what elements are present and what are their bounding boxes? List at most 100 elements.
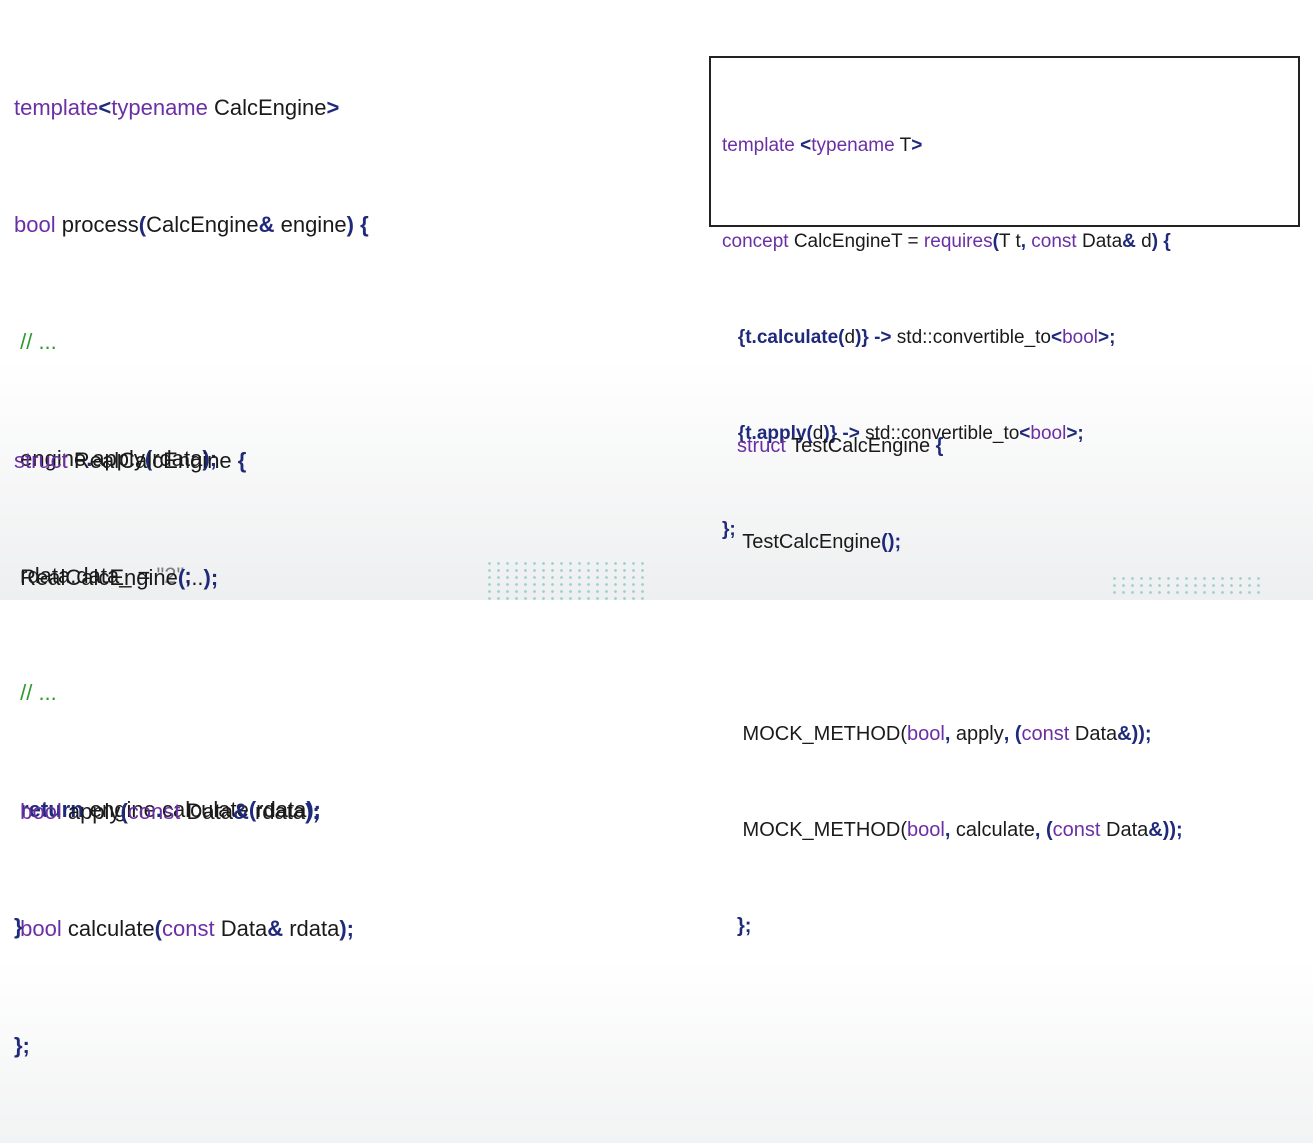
punct: & [1122,231,1136,252]
punct: &)); [1148,819,1183,841]
keyword: bool [14,212,56,237]
identifier: T [894,135,912,156]
keyword: typename [811,135,895,156]
keyword: const [1031,231,1077,252]
identifier: Data [1100,819,1149,841]
identifier: Data [1069,723,1118,745]
identifier: CalcEngineT = [788,231,924,252]
identifier: process [55,212,139,237]
identifier: MOCK_METHOD( [737,723,907,745]
code-line: {t.calculate(d)} -> std::convertible_to<… [722,322,1171,354]
identifier: calculate [61,916,155,941]
identifier: engine [274,212,347,237]
punct: }; [14,1033,30,1058]
punct: }; [722,519,736,540]
keyword: template [14,95,99,120]
keyword: bool [907,819,945,841]
code-line: RealCalcEngine(...); [14,558,354,597]
code-line: bool apply(const Data& rdata); [14,792,354,831]
code-line: }; [14,1026,354,1065]
punct: > [326,95,340,120]
identifier: RealCalcEngine [67,448,238,473]
code-line: // ... [14,322,369,361]
code-line: struct RealCalcEngine { [14,441,354,480]
keyword: struct [737,435,786,457]
identifier: apply [61,799,121,824]
blank [737,627,743,649]
code-line: MOCK_METHOD(bool, calculate, (const Data… [737,814,1183,846]
keyword: concept [722,231,789,252]
code-line: MOCK_METHOD(bool, apply, (const Data&)); [737,718,1183,750]
code-line: TestCalcEngine(); [737,526,1183,558]
keyword: bool [14,799,62,824]
real-engine-code: struct RealCalcEngine { RealCalcEngine(.… [14,363,354,1143]
test-engine-code: struct TestCalcEngine { TestCalcEngine()… [737,366,1183,1006]
identifier: TestCalcEngine [785,435,936,457]
punct: > [911,135,923,156]
code-line [737,622,1183,654]
identifier: d [844,327,856,348]
keyword: bool [907,723,945,745]
code-line: concept CalcEngineT = requires(T t, cons… [722,226,1171,258]
code-line: bool calculate(const Data& rdata); [14,909,354,948]
punct: ) { [346,212,369,237]
punct: ); [305,799,320,824]
identifier: std::convertible_to [896,327,1051,348]
punct: ( [154,916,162,941]
punct: { [935,435,944,457]
code-line: template <typename T> [722,130,1171,162]
identifier: MOCK_METHOD( [737,819,907,841]
punct: < [1051,327,1063,348]
punct: ( [120,799,128,824]
punct: -> [868,327,897,348]
keyword: typename [111,95,208,120]
keyword: bool [1062,327,1099,348]
identifier: RealCalcEngine [14,565,178,590]
identifier: rdata [248,799,306,824]
identifier: t.calculate [745,327,839,348]
punct: , ( [1034,819,1053,841]
identifier: ... [185,565,204,590]
identifier: apply [950,723,1004,745]
code-line [14,675,354,714]
punct: )} [855,327,869,348]
keyword: const [1052,819,1101,841]
punct: (); [881,531,902,553]
punct: < [800,135,812,156]
code-line: template<typename CalcEngine> [14,88,369,127]
identifier: TestCalcEngine [737,531,882,553]
identifier: CalcEngine [146,212,259,237]
punct: { [237,448,247,473]
punct: & [267,916,284,941]
punct: ); [339,916,354,941]
code-line: }; [737,910,1183,942]
code-slide: template<typename CalcEngine> bool proce… [0,0,1313,1058]
identifier: T t [998,231,1021,252]
identifier: Data [1076,231,1123,252]
concept-box: template <typename T> concept CalcEngine… [709,56,1300,540]
code-line: struct TestCalcEngine { [737,430,1183,462]
keyword: bool [14,916,62,941]
keyword: struct [14,448,68,473]
punct: ); [203,565,219,590]
identifier: rdata [283,916,340,941]
decorative-dots [485,560,645,600]
keyword: const [127,799,181,824]
punct: &)); [1117,723,1152,745]
keyword: const [1021,723,1070,745]
code-line: bool process(CalcEngine& engine) { [14,205,369,244]
identifier: calculate [950,819,1035,841]
punct: >; [1098,327,1116,348]
comment: // ... [14,329,57,354]
punct: < [98,95,112,120]
punct: & [258,212,275,237]
punct: , [1020,231,1032,252]
identifier: Data [214,916,268,941]
identifier: d [1135,231,1152,252]
punct: }; [737,915,752,937]
punct: { [722,327,746,348]
keyword: requires [923,231,993,252]
punct: ) { [1151,231,1171,252]
identifier: Data [180,799,233,824]
keyword: const [162,916,215,941]
